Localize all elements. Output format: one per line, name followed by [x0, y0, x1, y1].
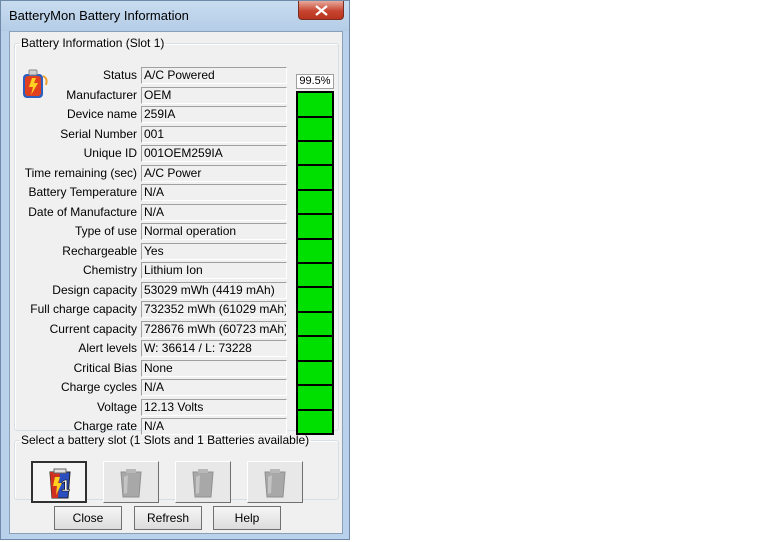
- svg-text:1: 1: [61, 478, 70, 495]
- field-value: N/A: [141, 379, 287, 396]
- charge-bar-segment: [298, 288, 332, 311]
- field-label: Serial Number: [60, 126, 137, 141]
- battery-slot-4-button[interactable]: [247, 461, 303, 503]
- title-bar[interactable]: BatteryMon Battery Information: [1, 1, 349, 31]
- charge-bar-segment: [298, 166, 332, 189]
- field-label: Type of use: [74, 224, 137, 238]
- battery-slot-group: Select a battery slot (1 Slots and 1 Bat…: [14, 433, 339, 503]
- field-label: Design capacity: [52, 282, 137, 297]
- field-value: A/C Power: [141, 164, 287, 182]
- field-value: 732352 mWh (61029 mAh): [141, 301, 287, 318]
- charge-bar-segment: [298, 312, 332, 336]
- charge-bar-segment: [298, 361, 332, 385]
- charge-bar-segment: [298, 239, 332, 263]
- field-value: 001OEM259IA: [141, 145, 287, 162]
- battery-slot-legend: Select a battery slot (1 Slots and 1 Bat…: [21, 433, 310, 447]
- charge-level-bar: [296, 91, 334, 435]
- field-value: A/C Powered: [141, 67, 287, 84]
- close-icon: [315, 5, 328, 16]
- field-label: Date of Manufacture: [28, 204, 137, 219]
- charge-bar-segment: [298, 93, 332, 116]
- charge-bar-segment: [298, 215, 332, 238]
- field-label: Charge rate: [73, 419, 137, 433]
- field-value: Normal operation: [141, 223, 287, 240]
- field-label: Full charge capacity: [30, 302, 137, 316]
- dialog-body: Battery Information (Slot 1) Status A/C P…: [9, 31, 343, 534]
- field-value: 53029 mWh (4419 mAh): [141, 281, 287, 299]
- refresh-button[interactable]: Refresh: [134, 506, 202, 530]
- field-label: Alert levels: [78, 341, 137, 355]
- field-value: 001: [141, 125, 287, 143]
- field-label: Critical Bias: [73, 360, 137, 375]
- charge-bar-segment: [298, 190, 332, 214]
- field-value: 259IA: [141, 106, 287, 123]
- field-value: N/A: [141, 184, 287, 201]
- field-label: Chemistry: [82, 263, 137, 277]
- charge-percent: 99.5%: [296, 74, 334, 89]
- field-value: W: 36614 / L: 73228: [141, 340, 287, 357]
- field-label: Voltage: [96, 399, 137, 414]
- battery-info-legend: Battery Information (Slot 1): [21, 36, 165, 50]
- charge-bar-segment: [298, 337, 332, 360]
- battery-slot-1-button[interactable]: 1: [31, 461, 87, 503]
- battery-info-window: BatteryMon Battery Information Battery I…: [0, 0, 350, 540]
- field-value: OEM: [141, 86, 287, 104]
- charge-bar-segment: [298, 117, 332, 140]
- field-value: 12.13 Volts: [141, 398, 287, 416]
- battery-slot-empty-icon: [120, 469, 142, 498]
- battery-info-group: Battery Information (Slot 1) Status A/C P…: [14, 36, 339, 435]
- charge-bar-segment: [298, 410, 332, 433]
- charge-bar-segment: [298, 264, 332, 287]
- battery-slot-3-button[interactable]: [175, 461, 231, 503]
- close-button[interactable]: Close: [54, 506, 122, 530]
- battery-slot-2-button[interactable]: [103, 461, 159, 503]
- field-label: Manufacturer: [66, 87, 137, 102]
- charge-bar-segment: [298, 386, 332, 409]
- field-label: Device name: [66, 107, 137, 121]
- field-label: Status: [102, 68, 137, 82]
- window-title: BatteryMon Battery Information: [9, 8, 189, 23]
- help-button[interactable]: Help: [213, 506, 281, 530]
- battery-slot-1-icon: 1: [49, 468, 71, 499]
- charge-bar-segment: [298, 141, 332, 165]
- field-value: 728676 mWh (60723 mAh): [141, 320, 287, 338]
- field-value: None: [141, 359, 287, 377]
- field-label: Time remaining (sec): [24, 165, 137, 180]
- field-label: Rechargeable: [62, 243, 137, 258]
- battery-slot-empty-icon: [192, 469, 214, 498]
- field-value: N/A: [141, 203, 287, 221]
- window-close-button[interactable]: [298, 1, 344, 20]
- field-label: Battery Temperature: [28, 185, 138, 199]
- field-label: Charge cycles: [60, 380, 137, 394]
- field-value: Yes: [141, 242, 287, 260]
- field-label: Current capacity: [49, 321, 137, 336]
- field-label: Unique ID: [83, 146, 137, 160]
- field-value: Lithium Ion: [141, 262, 287, 279]
- battery-slot-empty-icon: [264, 469, 286, 498]
